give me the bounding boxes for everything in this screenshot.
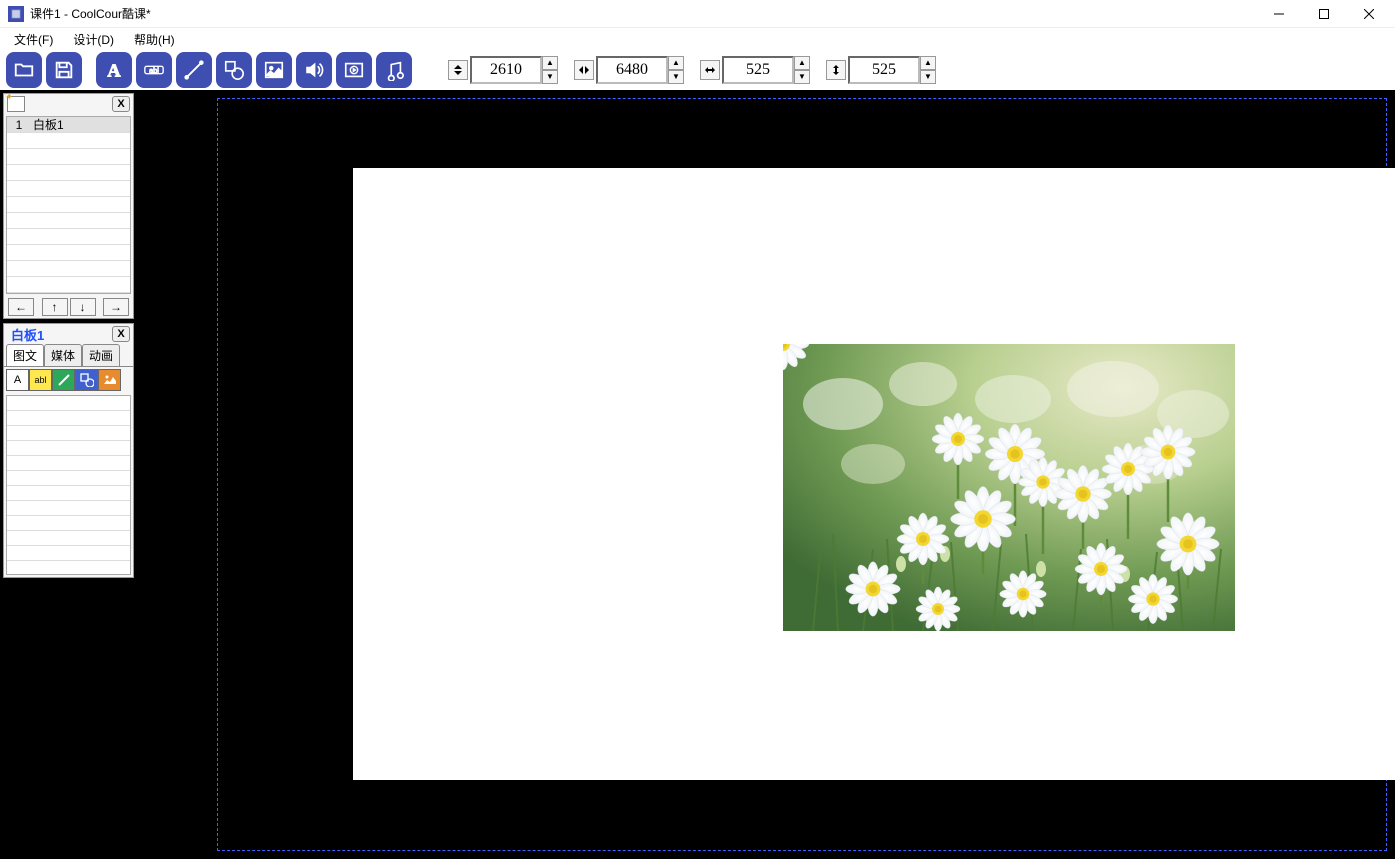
spin-x: ▲ ▼	[448, 55, 558, 85]
properties-panel: 白板1 X 图文 媒体 动画 A abl	[3, 323, 134, 578]
window-title: 课件1 - CoolCour酷课*	[30, 5, 151, 22]
spin-y-input[interactable]	[596, 56, 668, 84]
minimize-button[interactable]	[1256, 0, 1301, 28]
width-icon	[700, 60, 720, 80]
properties-close[interactable]: X	[112, 326, 130, 342]
line-button[interactable]	[176, 52, 212, 88]
slide-list[interactable]: 1 白板1	[6, 116, 131, 294]
menu-help[interactable]: 帮助(H)	[126, 29, 183, 50]
slide-nav: ← ↑ ↓ →	[4, 296, 133, 318]
canvas-area[interactable]	[137, 90, 1395, 859]
spin-h: ▲ ▼	[826, 55, 936, 85]
text-button[interactable]: A	[96, 52, 132, 88]
nav-up[interactable]: ↑	[42, 298, 68, 316]
spin-h-input[interactable]	[848, 56, 920, 84]
nav-first[interactable]: ←	[8, 298, 34, 316]
tool-image[interactable]	[98, 369, 121, 391]
properties-title: 白板1	[7, 323, 48, 346]
properties-tools: A abl	[4, 366, 133, 393]
close-button[interactable]	[1346, 0, 1391, 28]
shape-button[interactable]	[216, 52, 252, 88]
menu-design[interactable]: 设计(D)	[65, 29, 122, 50]
spin-y-down[interactable]: ▼	[668, 70, 684, 84]
properties-tabs: 图文 媒体 动画	[4, 344, 133, 366]
tool-shape[interactable]	[75, 369, 98, 391]
app-icon	[8, 6, 24, 22]
spin-x-up[interactable]: ▲	[542, 56, 558, 70]
object-list[interactable]	[6, 395, 131, 575]
open-button[interactable]	[6, 52, 42, 88]
save-button[interactable]	[46, 52, 82, 88]
slides-panel-close[interactable]: X	[112, 96, 130, 112]
spin-h-up[interactable]: ▲	[920, 56, 936, 70]
spin-w: ▲ ▼	[700, 55, 810, 85]
side-panels: X 1 白板1 ← ↑ ↓ →	[0, 90, 137, 859]
slide-row-num: 1	[7, 118, 31, 132]
new-page-icon[interactable]	[7, 96, 25, 112]
audio-button[interactable]	[296, 52, 332, 88]
tool-line[interactable]	[52, 369, 75, 391]
workspace: X 1 白板1 ← ↑ ↓ →	[0, 90, 1395, 859]
music-button[interactable]	[376, 52, 412, 88]
image-button[interactable]	[256, 52, 292, 88]
tool-input[interactable]: abl	[29, 369, 52, 391]
spin-x-down[interactable]: ▼	[542, 70, 558, 84]
leftright-icon	[574, 60, 594, 80]
updown-icon	[448, 60, 468, 80]
menu-bar: 文件(F) 设计(D) 帮助(H)	[0, 28, 1395, 50]
input-button[interactable]: abl	[136, 52, 172, 88]
title-bar: 课件1 - CoolCour酷课*	[0, 0, 1395, 28]
maximize-button[interactable]	[1301, 0, 1346, 28]
whiteboard-page[interactable]	[353, 168, 1395, 780]
spin-y: ▲ ▼	[574, 55, 684, 85]
spin-y-up[interactable]: ▲	[668, 56, 684, 70]
height-icon	[826, 60, 846, 80]
spin-w-input[interactable]	[722, 56, 794, 84]
tab-tuwen[interactable]: 图文	[6, 344, 44, 366]
svg-text:abl: abl	[149, 66, 159, 75]
nav-down[interactable]: ↓	[70, 298, 96, 316]
slides-panel: X 1 白板1 ← ↑ ↓ →	[3, 93, 134, 319]
inserted-image[interactable]	[783, 344, 1235, 631]
tab-anim[interactable]: 动画	[82, 344, 120, 366]
svg-text:A: A	[107, 60, 121, 80]
nav-last[interactable]: →	[103, 298, 129, 316]
menu-file[interactable]: 文件(F)	[6, 29, 61, 50]
tab-media[interactable]: 媒体	[44, 344, 82, 366]
slide-row[interactable]: 1 白板1	[7, 117, 130, 133]
toolbar: A abl ▲ ▼ ▲ ▼ ▲ ▼	[0, 50, 1395, 90]
video-button[interactable]	[336, 52, 372, 88]
spin-w-down[interactable]: ▼	[794, 70, 810, 84]
tool-text[interactable]: A	[6, 369, 29, 391]
spin-h-down[interactable]: ▼	[920, 70, 936, 84]
slide-row-name: 白板1	[31, 116, 64, 133]
spin-w-up[interactable]: ▲	[794, 56, 810, 70]
spin-x-input[interactable]	[470, 56, 542, 84]
